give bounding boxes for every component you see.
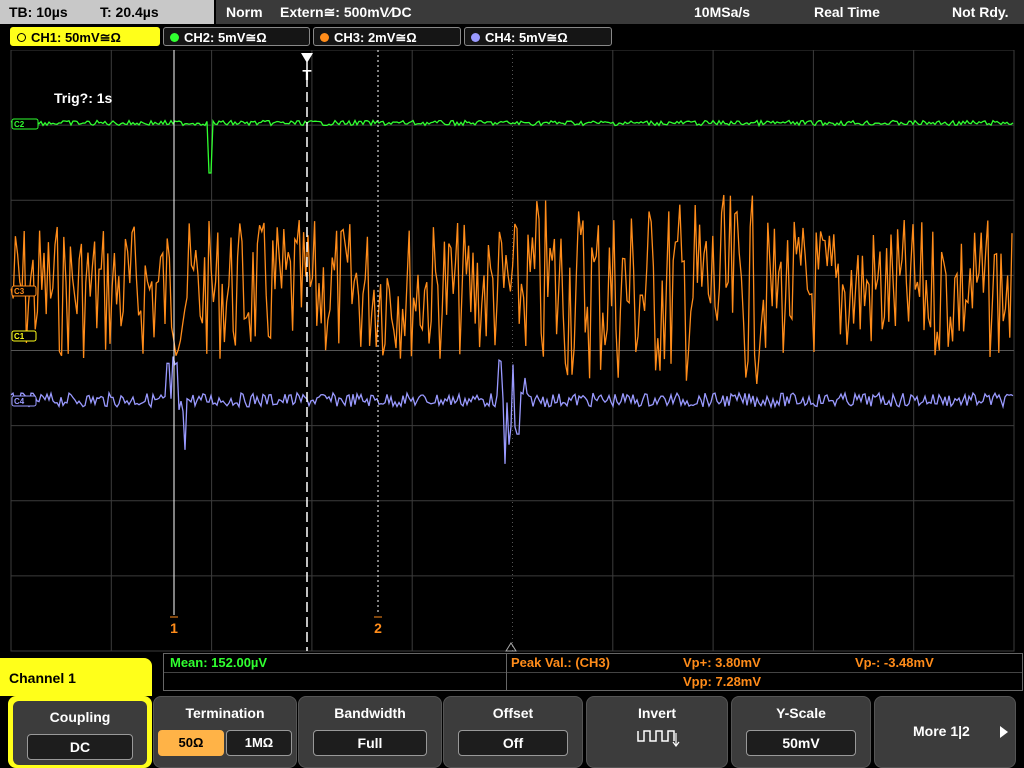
tab-ch1-label: CH1: 50mV≅Ω	[31, 30, 121, 45]
invert-title: Invert	[637, 705, 677, 721]
termination-50ohm-option[interactable]: 50Ω	[158, 730, 224, 756]
trigger-status: Not Rdy.	[952, 4, 1009, 20]
trigger-source[interactable]: Extern≅: 500mV∕DC	[280, 0, 412, 24]
bandwidth-value[interactable]: Full	[313, 730, 427, 756]
trigger-time-value: T: 20.4µs	[100, 4, 159, 20]
tab-ch3-label: CH3: 2mV≅Ω	[334, 30, 417, 45]
channel-tabs: CH1: 50mV≅Ω CH2: 5mV≅Ω CH3: 2mV≅Ω CH4: 5…	[0, 25, 1024, 50]
more-label: More 1|2	[913, 723, 970, 739]
tab-ch3[interactable]: CH3: 2mV≅Ω	[313, 27, 461, 46]
yscale-value[interactable]: 50mV	[746, 730, 856, 756]
acquisition-status-bar: Norm Extern≅: 500mV∕DC 10MSa/s Real Time…	[216, 0, 1024, 24]
more-softkey[interactable]: More 1|2	[874, 696, 1016, 768]
invert-softkey[interactable]: Invert	[586, 696, 728, 768]
cursor-1-label: 1	[170, 620, 178, 636]
tab-ch4-label: CH4: 5mV≅Ω	[485, 30, 568, 45]
ch3-offset-marker[interactable]: C3	[11, 285, 37, 297]
peak-value-title: Peak Val.: (CH3)	[511, 655, 610, 670]
cursor-2-label: 2	[374, 620, 382, 636]
vp-minus-measurement: Vp-: -3.48mV	[855, 655, 934, 670]
ch3-dot-icon	[320, 33, 329, 42]
mean-measurement: Mean: 152.00µV	[170, 655, 268, 670]
yscale-softkey[interactable]: Y-Scale 50mV	[731, 696, 871, 768]
timebase-box[interactable]: TB: 10µs T: 20.4µs	[0, 0, 214, 24]
waveform-display[interactable]: T Trig?: 1s 1 2 C2 C3 C1 C4	[0, 50, 1024, 652]
meas-col-divider	[506, 654, 507, 690]
trigger-marker: T	[302, 67, 311, 84]
svg-text:C4: C4	[14, 397, 25, 406]
offset-softkey[interactable]: Offset Off	[443, 696, 583, 768]
termination-title: Termination	[185, 705, 265, 721]
ch4-dot-icon	[471, 33, 480, 42]
svg-text:C1: C1	[14, 332, 25, 341]
tab-ch1[interactable]: CH1: 50mV≅Ω	[10, 27, 160, 46]
coupling-title: Coupling	[49, 709, 111, 725]
arrow-right-icon	[1000, 726, 1008, 738]
trigger-mode[interactable]: Norm	[226, 0, 263, 24]
bandwidth-title: Bandwidth	[334, 705, 406, 721]
ch1-dot-icon	[17, 33, 26, 42]
invert-waveform-icon	[637, 730, 680, 747]
vpp-measurement: Vpp: 7.28mV	[683, 674, 762, 689]
bandwidth-softkey[interactable]: Bandwidth Full	[298, 696, 442, 768]
offset-value[interactable]: Off	[458, 730, 568, 756]
trigger-countdown: Trig?: 1s	[54, 90, 113, 106]
termination-1mohm-option[interactable]: 1MΩ	[226, 730, 292, 756]
termination-softkey[interactable]: Termination 50Ω 1MΩ	[153, 696, 297, 768]
coupling-softkey-body: Coupling DC	[13, 701, 147, 765]
ch2-offset-marker[interactable]: C2	[11, 118, 39, 130]
sample-rate: 10MSa/s	[694, 4, 751, 20]
ch4-offset-marker[interactable]: C4	[11, 395, 37, 407]
ch2-dot-icon	[170, 33, 179, 42]
ch1-offset-marker[interactable]: C1	[11, 330, 37, 342]
coupling-softkey[interactable]: Coupling DC	[8, 696, 152, 768]
top-status-bar: TB: 10µs T: 20.4µs Norm Extern≅: 500mV∕D…	[0, 0, 1024, 24]
tab-ch2-label: CH2: 5mV≅Ω	[184, 30, 267, 45]
meas-row-divider	[164, 672, 1022, 673]
svg-text:C2: C2	[14, 120, 25, 129]
vp-plus-measurement: Vp+: 3.80mV	[683, 655, 761, 670]
measurement-panel[interactable]: Mean: 152.00µV Peak Val.: (CH3) Vp+: 3.8…	[163, 653, 1023, 691]
tab-ch4[interactable]: CH4: 5mV≅Ω	[464, 27, 612, 46]
svg-text:C3: C3	[14, 287, 25, 296]
menu-channel-name: Channel 1	[0, 658, 152, 696]
yscale-title: Y-Scale	[776, 705, 826, 721]
acquisition-mode: Real Time	[814, 4, 880, 20]
coupling-value[interactable]: DC	[27, 734, 133, 760]
timebase-value: TB: 10µs	[9, 4, 68, 20]
offset-title: Offset	[492, 705, 534, 721]
tab-ch2[interactable]: CH2: 5mV≅Ω	[163, 27, 310, 46]
